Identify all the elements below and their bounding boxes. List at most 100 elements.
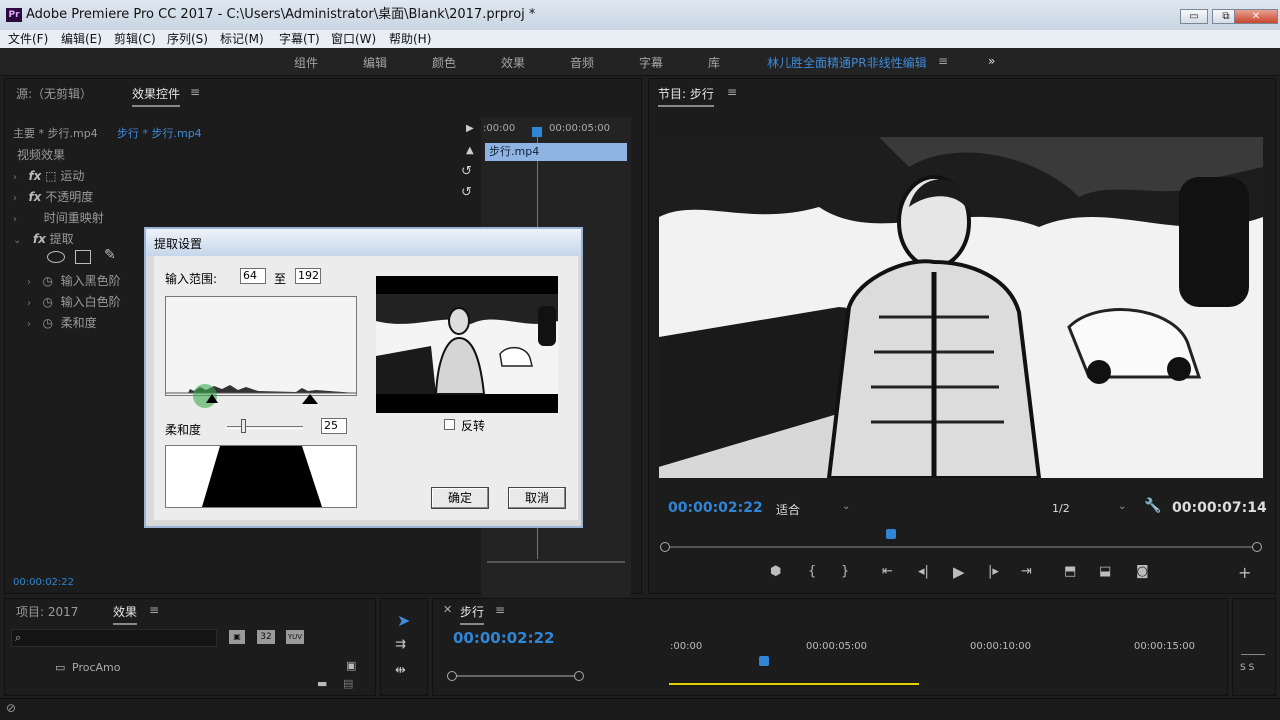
- histogram[interactable]: [165, 296, 357, 408]
- workspace-assembly[interactable]: 组件: [294, 54, 318, 71]
- workspace-audio[interactable]: 音频: [570, 54, 594, 71]
- workspace-editing[interactable]: 编辑: [363, 54, 387, 71]
- panel-menu-icon[interactable]: ≡: [190, 85, 200, 99]
- go-to-out-icon[interactable]: ⇥: [1021, 564, 1032, 579]
- minimize-button[interactable]: ▭: [1180, 9, 1208, 24]
- tab-effects[interactable]: 效果: [113, 603, 138, 625]
- meter-solo-labels[interactable]: S S: [1240, 663, 1254, 673]
- param-row-white[interactable]: › ◷ 输入白色阶: [27, 293, 121, 310]
- black-level-slider-icon[interactable]: [206, 394, 218, 403]
- param-row-black[interactable]: › ◷ 输入黑色阶: [27, 272, 121, 289]
- workspace-custom[interactable]: 林儿胜全面精通PR非线性编辑: [767, 54, 927, 71]
- zoom-start-handle[interactable]: [447, 671, 457, 681]
- accelerated-effects-icon[interactable]: ▣: [229, 630, 245, 644]
- workspace-color[interactable]: 颜色: [432, 54, 456, 71]
- chevron-down-icon[interactable]: ⌄: [1118, 501, 1126, 512]
- menu-marker[interactable]: 标记(M): [220, 30, 264, 48]
- tab-source[interactable]: 源:（无剪辑）: [16, 85, 92, 102]
- step-back-icon[interactable]: ◂|: [918, 564, 929, 579]
- wrench-icon[interactable]: 🔧: [1144, 498, 1161, 514]
- invert-checkbox[interactable]: [444, 419, 455, 430]
- effect-row-opacity[interactable]: › fx 不透明度: [13, 188, 93, 205]
- panel-menu-icon[interactable]: ≡: [727, 85, 737, 99]
- stopwatch-icon[interactable]: ◷: [42, 316, 52, 330]
- mini-clip[interactable]: 步行.mp4: [485, 143, 627, 161]
- tab-effect-controls[interactable]: 效果控件: [132, 85, 181, 107]
- menu-clip[interactable]: 剪辑(C): [114, 30, 156, 48]
- timeline-sequence-tab[interactable]: 步行: [460, 603, 485, 625]
- panel-menu-icon[interactable]: ≡: [495, 603, 505, 617]
- track-select-tool-icon[interactable]: ⇉: [395, 637, 406, 652]
- work-area-bar[interactable]: [669, 683, 919, 685]
- chevron-down-icon[interactable]: ⌄: [13, 235, 21, 246]
- mark-in-icon[interactable]: {: [808, 564, 816, 579]
- softness-slider-track[interactable]: [227, 426, 303, 429]
- sequence-clip-label[interactable]: 步行 * 步行.mp4: [117, 125, 202, 141]
- effects-folder-item[interactable]: ProcAmo: [72, 661, 120, 674]
- ripple-edit-tool-icon[interactable]: ⇹: [395, 663, 406, 678]
- chevron-right-icon[interactable]: ›: [13, 193, 17, 204]
- mini-zoom-bar[interactable]: [487, 561, 625, 567]
- softness-slider-thumb[interactable]: [241, 419, 246, 433]
- black-level-input[interactable]: 64: [240, 268, 266, 284]
- step-forward-icon[interactable]: |▸: [988, 564, 999, 579]
- timeline-zoom-bar[interactable]: [447, 675, 579, 677]
- white-level-slider-icon[interactable]: [302, 394, 318, 404]
- pen-mask-icon[interactable]: ✎: [104, 247, 116, 263]
- fit-dropdown[interactable]: 适合: [776, 501, 800, 518]
- chevron-down-icon[interactable]: ⌄: [842, 501, 850, 512]
- chevron-right-icon[interactable]: ›: [27, 298, 31, 309]
- timeline-playhead[interactable]: [759, 656, 769, 666]
- ellipse-mask-icon[interactable]: [47, 251, 65, 263]
- cancel-button[interactable]: 取消: [508, 487, 566, 509]
- fx-icon[interactable]: fx: [33, 232, 46, 246]
- workspace-libraries[interactable]: 库: [708, 54, 720, 71]
- workspace-titles[interactable]: 字幕: [639, 54, 663, 71]
- chevron-right-icon[interactable]: ›: [27, 277, 31, 288]
- new-bin-icon[interactable]: ▬: [317, 677, 327, 690]
- trash-icon[interactable]: ▤: [343, 677, 353, 690]
- chevron-right-icon[interactable]: ›: [13, 172, 17, 183]
- menu-edit[interactable]: 编辑(E): [61, 30, 102, 48]
- workspace-menu-icon[interactable]: ≡: [938, 54, 948, 68]
- scroll-up-icon[interactable]: ▲: [466, 145, 474, 156]
- workspace-overflow-icon[interactable]: »: [988, 54, 995, 68]
- program-current-timecode[interactable]: 00:00:02:22: [668, 500, 763, 516]
- export-frame-icon[interactable]: ◙: [1136, 564, 1149, 579]
- selection-tool-icon[interactable]: ➤: [397, 611, 410, 630]
- timeline-timecode[interactable]: 00:00:02:22: [453, 629, 555, 647]
- effect-row-extract[interactable]: ⌄ fx 提取: [13, 230, 74, 247]
- program-scrub-bar[interactable]: [666, 546, 1258, 548]
- workspace-effects[interactable]: 效果: [501, 54, 525, 71]
- white-level-input[interactable]: 192: [295, 268, 321, 284]
- menu-file[interactable]: 文件(F): [8, 30, 48, 48]
- 32bit-effects-icon[interactable]: 32: [257, 630, 275, 644]
- tab-project[interactable]: 项目: 2017: [16, 603, 78, 620]
- menu-help[interactable]: 帮助(H): [389, 30, 431, 48]
- ok-button[interactable]: 确定: [431, 487, 489, 509]
- close-tab-icon[interactable]: ✕: [443, 603, 452, 616]
- rectangle-mask-icon[interactable]: [75, 250, 91, 264]
- extract-icon[interactable]: ⬓: [1099, 564, 1111, 579]
- play-clip-icon[interactable]: ▶: [466, 123, 474, 134]
- zoom-end-handle[interactable]: [574, 671, 584, 681]
- add-marker-icon[interactable]: ⬢: [770, 564, 781, 579]
- chevron-right-icon[interactable]: ›: [27, 319, 31, 330]
- param-row-softness[interactable]: › ◷ 柔和度: [27, 314, 97, 331]
- softness-input[interactable]: 25: [321, 418, 347, 434]
- menu-title[interactable]: 字幕(T): [279, 30, 320, 48]
- menu-sequence[interactable]: 序列(S): [167, 30, 208, 48]
- close-button[interactable]: ✕: [1234, 9, 1278, 24]
- resolution-dropdown[interactable]: 1/2: [1052, 502, 1070, 515]
- stopwatch-icon[interactable]: ◷: [42, 274, 52, 288]
- reset-icon[interactable]: ↺: [461, 185, 472, 200]
- fx-icon[interactable]: fx: [28, 190, 41, 204]
- program-playhead[interactable]: [885, 529, 896, 539]
- panel-menu-icon[interactable]: ≡: [149, 603, 159, 617]
- mini-playhead[interactable]: [532, 127, 542, 137]
- stopwatch-icon[interactable]: ◷: [42, 295, 52, 309]
- chevron-right-icon[interactable]: ›: [13, 214, 17, 225]
- mark-out-icon[interactable]: }: [841, 564, 849, 579]
- effect-row-motion[interactable]: › fx ⬚ 运动: [13, 167, 84, 184]
- play-icon[interactable]: ▶: [953, 563, 965, 581]
